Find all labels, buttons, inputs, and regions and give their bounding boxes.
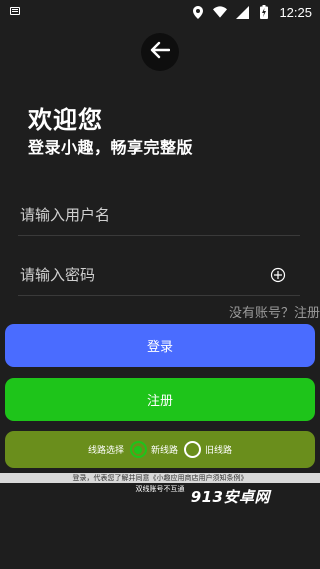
line-select-panel: 线路选择 新线路 旧线路 [5, 431, 315, 468]
radio-new-line-label: 新线路 [150, 446, 178, 456]
radio-checked-icon [129, 441, 147, 458]
register-link[interactable]: 没有账号？注册 [229, 302, 320, 321]
password-input[interactable] [18, 256, 258, 294]
status-time: 12:25 [279, 4, 312, 20]
back-button[interactable] [141, 33, 179, 71]
signal-icon [235, 5, 249, 19]
account-notice: 双线账号不互通 [135, 485, 185, 493]
status-bar: 12:25 [0, 0, 320, 24]
radio-new-line[interactable]: 新线路 [129, 441, 178, 458]
radio-old-line-label: 旧线路 [205, 446, 233, 456]
keyboard-icon [10, 7, 20, 15]
username-field [18, 196, 300, 236]
radio-unchecked-icon [184, 441, 201, 458]
radio-old-line[interactable]: 旧线路 [184, 441, 232, 458]
arrow-left-icon [150, 41, 171, 63]
register-button[interactable]: 注册 [5, 378, 315, 421]
welcome-subtitle: 登录小趣，畅享完整版 [28, 138, 194, 157]
username-input[interactable] [18, 196, 258, 234]
wifi-icon [213, 5, 228, 19]
battery-charging-icon [257, 5, 271, 19]
login-button[interactable]: 登录 [5, 324, 315, 367]
location-icon [191, 5, 205, 19]
line-select-label: 线路选择 [87, 446, 124, 456]
toggle-password-visibility-icon[interactable] [270, 267, 286, 283]
watermark: 913安卓网 [190, 488, 270, 506]
password-field [18, 256, 300, 296]
agreement-text[interactable]: 登录，代表您了解并同意《小趣应用商店用户须知条例》 [0, 473, 320, 483]
welcome-title: 欢迎您 [28, 106, 103, 134]
